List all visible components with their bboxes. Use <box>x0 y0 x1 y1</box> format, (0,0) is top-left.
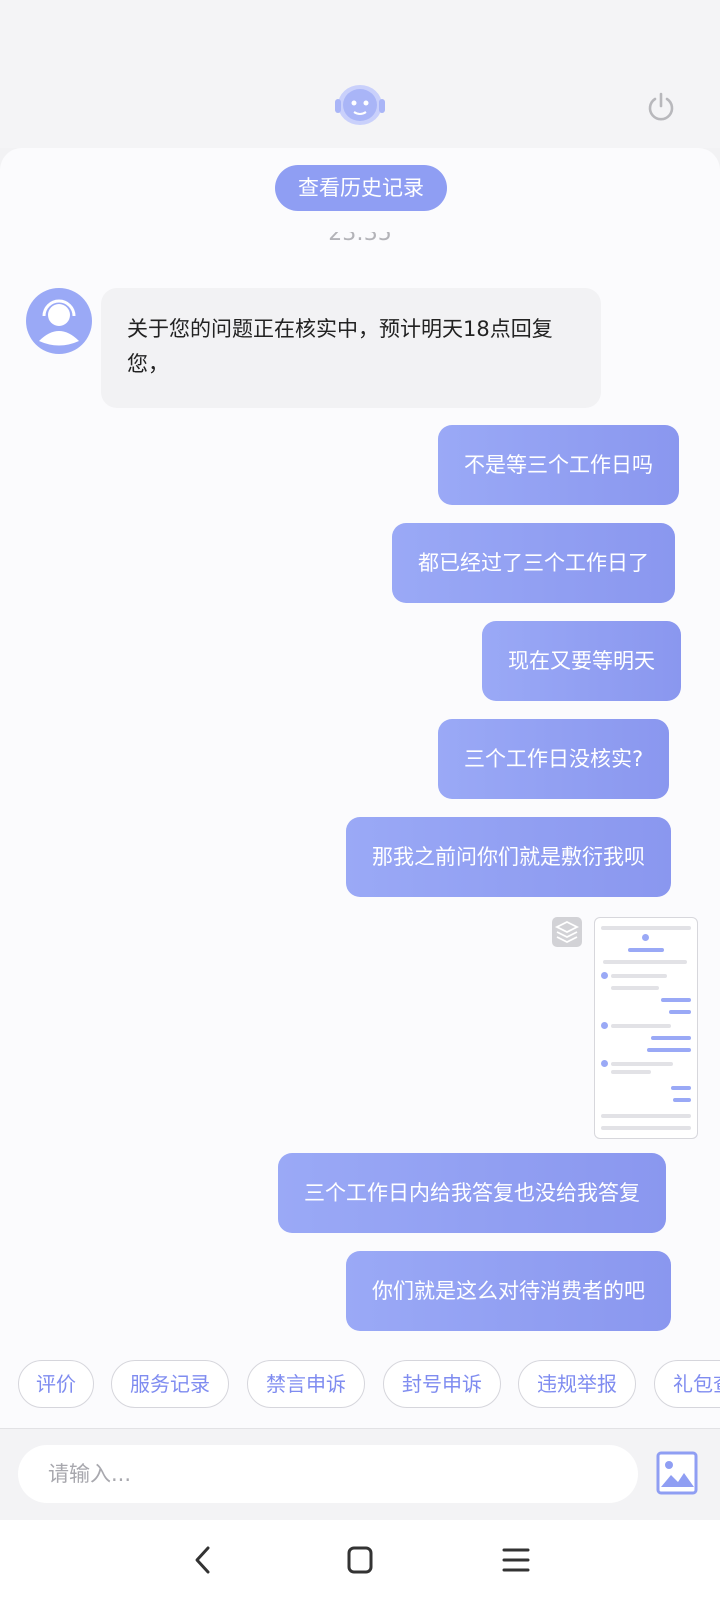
user-message: 三个工作日内给我答复也没给我答复 <box>278 1153 666 1233</box>
quick-action-violation-report[interactable]: 违规举报 <box>518 1360 636 1408</box>
layers-icon[interactable] <box>552 917 582 947</box>
input-bar <box>0 1428 720 1521</box>
message-timestamp: 23:35 <box>328 232 392 246</box>
user-message: 三个工作日没核实? <box>438 719 670 799</box>
back-icon[interactable] <box>183 1542 223 1578</box>
user-message: 都已经过了三个工作日了 <box>392 523 675 603</box>
user-message: 你们就是这么对待消费者的吧 <box>346 1251 671 1331</box>
screenshot-image-message[interactable] <box>594 917 698 1139</box>
quick-action-mute-appeal[interactable]: 禁言申诉 <box>247 1360 365 1408</box>
top-bar <box>0 0 720 148</box>
quick-actions-bar: 评价 服务记录 禁言申诉 封号申诉 违规举报 礼包查询 <box>0 1360 720 1412</box>
user-message: 现在又要等明天 <box>482 621 681 701</box>
agent-message: 关于您的问题正在核实中，预计明天18点回复您， <box>101 288 601 408</box>
quick-action-gift-pack[interactable]: 礼包查询 <box>654 1360 720 1408</box>
home-icon[interactable] <box>340 1542 380 1578</box>
quick-action-rate[interactable]: 评价 <box>18 1360 94 1408</box>
user-message: 那我之前问你们就是敷衍我呗 <box>346 817 671 897</box>
quick-action-ban-appeal[interactable]: 封号申诉 <box>383 1360 501 1408</box>
message-input[interactable] <box>18 1445 638 1503</box>
user-message: 不是等三个工作日吗 <box>438 425 679 505</box>
agent-avatar <box>26 288 92 354</box>
image-upload-icon[interactable] <box>656 1451 698 1495</box>
view-history-button[interactable]: 查看历史记录 <box>275 165 447 211</box>
robot-head-icon <box>335 85 385 125</box>
quick-action-service-record[interactable]: 服务记录 <box>111 1360 229 1408</box>
system-nav-bar <box>0 1520 720 1600</box>
menu-icon[interactable] <box>496 1542 536 1578</box>
power-icon[interactable] <box>646 92 676 122</box>
